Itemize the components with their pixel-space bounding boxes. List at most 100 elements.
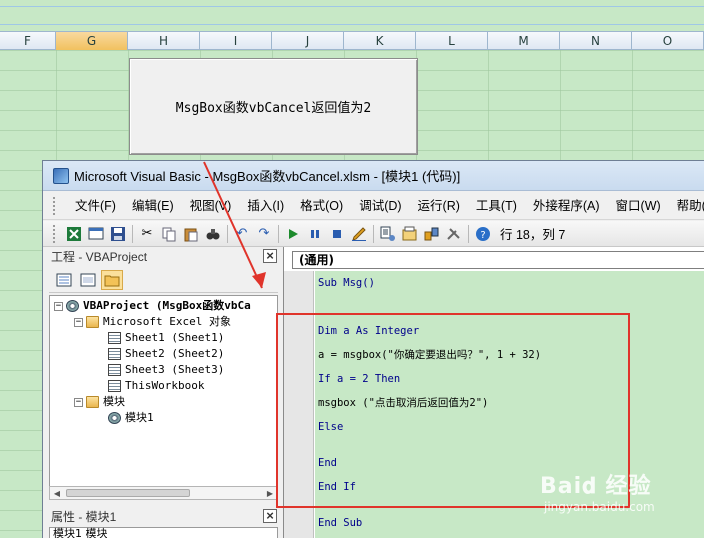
column-header-j[interactable]: J <box>272 32 344 50</box>
svg-text:?: ? <box>480 230 485 241</box>
toolbar-separator <box>468 224 469 243</box>
scroll-right-icon[interactable]: ▶ <box>263 489 277 498</box>
column-header-l[interactable]: L <box>416 32 488 50</box>
properties-caption: 属性 - 模块1 × <box>49 507 278 525</box>
tree-item-excel-objects[interactable]: − Microsoft Excel 对象 <box>74 314 231 330</box>
tree-label-modules: 模块 <box>103 395 125 408</box>
ribbon-divider <box>0 24 704 25</box>
tree-label-thisworkbook: ThisWorkbook <box>125 379 205 392</box>
collapse-icon[interactable]: − <box>74 317 83 327</box>
tree-item-modules-folder[interactable]: − 模块 <box>74 394 125 410</box>
vbaproject-icon <box>66 300 79 312</box>
toolbox-icon[interactable] <box>443 224 465 244</box>
project-tree-scrollbar[interactable]: ◀ ▶ <box>49 486 278 500</box>
code-text: Sub Msg() <box>318 277 375 289</box>
folder-icon <box>86 316 99 328</box>
collapse-icon[interactable]: − <box>74 397 83 407</box>
menu-format[interactable]: 格式(O) <box>292 195 351 217</box>
menu-insert[interactable]: 插入(I) <box>239 195 292 217</box>
properties-object-select[interactable]: 模块1 模块 <box>49 527 278 538</box>
toolbar-grip-icon[interactable] <box>53 196 55 215</box>
column-header-m[interactable]: M <box>488 32 560 50</box>
tree-label-sheet3: Sheet3 (Sheet3) <box>125 363 225 376</box>
save-icon[interactable] <box>107 224 129 244</box>
tree-item-sheet3[interactable]: Sheet3 (Sheet3) <box>108 362 224 378</box>
design-mode-icon[interactable] <box>348 224 370 244</box>
menu-file[interactable]: 文件(F) <box>67 195 124 217</box>
toolbar-separator <box>373 224 374 243</box>
run-icon[interactable] <box>282 224 304 244</box>
tree-label-project: VBAProject (MsgBox函数vbCa <box>83 299 251 312</box>
code-line[interactable]: Sub Msg() <box>318 275 375 291</box>
reset-icon[interactable] <box>326 224 348 244</box>
column-header-k[interactable]: K <box>344 32 416 50</box>
toggle-folders-icon[interactable] <box>101 269 123 290</box>
excel-view-icon[interactable] <box>63 224 85 244</box>
toolbar-grip-icon[interactable] <box>53 224 57 243</box>
worksheet-icon <box>108 348 121 360</box>
cursor-position-status: 行 18，列 7 <box>500 228 566 242</box>
watermark-url: jingyan.baidu.com <box>544 500 655 514</box>
tree-item-module1[interactable]: 模块1 <box>108 410 154 426</box>
standard-toolbar: ✂ ↶ ↷ ? 行 18，列 7 <box>43 221 704 247</box>
column-header-o[interactable]: O <box>632 32 704 50</box>
project-explorer-caption: 工程 - VBAProject × <box>49 247 278 265</box>
tree-item-sheet2[interactable]: Sheet2 (Sheet2) <box>108 346 224 362</box>
close-icon[interactable]: × <box>263 509 277 523</box>
menu-run[interactable]: 运行(R) <box>410 195 468 217</box>
code-line[interactable]: End Sub <box>318 515 362 531</box>
project-explorer-toolbar <box>49 267 278 293</box>
menu-view[interactable]: 视图(V) <box>182 195 240 217</box>
tree-item-project[interactable]: − VBAProject (MsgBox函数vbCa <box>54 298 251 314</box>
folder-icon <box>86 396 99 408</box>
column-headers: F G H I J K L M N O <box>0 31 704 50</box>
menu-edit[interactable]: 编辑(E) <box>124 195 182 217</box>
toolbar-separator <box>278 224 279 243</box>
column-header-g[interactable]: G <box>56 32 128 50</box>
object-browser-icon[interactable] <box>421 224 443 244</box>
help-icon[interactable]: ? <box>472 224 494 244</box>
tree-item-thisworkbook[interactable]: ThisWorkbook <box>108 378 204 394</box>
baidu-watermark: Bai𝐝 经验 jingyan.baidu.com <box>540 468 680 522</box>
tree-item-sheet1[interactable]: Sheet1 (Sheet1) <box>108 330 224 346</box>
vbe-title-bar[interactable]: Microsoft Visual Basic - MsgBox函数vbCance… <box>43 161 704 191</box>
object-dropdown[interactable]: (通用) <box>292 251 704 269</box>
break-icon[interactable] <box>304 224 326 244</box>
menu-debug[interactable]: 调试(D) <box>351 195 409 217</box>
tree-label-sheet1: Sheet1 (Sheet1) <box>125 331 225 344</box>
copy-icon[interactable] <box>158 224 180 244</box>
redo-icon[interactable]: ↷ <box>253 224 275 244</box>
menu-window[interactable]: 窗口(W) <box>608 195 669 217</box>
project-explorer-icon[interactable] <box>377 224 399 244</box>
column-header-h[interactable]: H <box>128 32 200 50</box>
view-object-icon[interactable] <box>77 270 99 290</box>
column-header-f[interactable]: F <box>0 32 56 50</box>
collapse-icon[interactable]: − <box>54 301 63 311</box>
ribbon-divider <box>0 6 704 7</box>
cut-icon[interactable]: ✂ <box>136 224 158 244</box>
workbook-icon <box>108 380 121 392</box>
code-text: End Sub <box>318 517 363 529</box>
menu-addins[interactable]: 外接程序(A) <box>525 195 608 217</box>
view-code-icon[interactable] <box>53 270 75 290</box>
close-icon[interactable]: × <box>263 249 277 263</box>
toolbar-separator <box>132 224 133 243</box>
paste-icon[interactable] <box>180 224 202 244</box>
vba-app-icon <box>53 167 69 184</box>
scrollbar-thumb[interactable] <box>66 489 190 497</box>
scroll-left-icon[interactable]: ◀ <box>50 489 64 498</box>
column-header-n[interactable]: N <box>560 32 632 50</box>
watermark-brand: Bai𝐝 经验 <box>540 474 652 499</box>
toolbar-separator <box>227 224 228 243</box>
undo-icon[interactable]: ↶ <box>231 224 253 244</box>
menu-help[interactable]: 帮助(H) <box>669 195 704 217</box>
properties-window-icon[interactable] <box>399 224 421 244</box>
window-title: Microsoft Visual Basic - MsgBox函数vbCance… <box>74 169 461 184</box>
msgbox-demo-button[interactable]: MsgBox函数vbCancel返回值为2 <box>129 58 418 155</box>
insert-userform-icon[interactable] <box>85 224 107 244</box>
column-header-i[interactable]: I <box>200 32 272 50</box>
worksheet-icon <box>108 364 121 376</box>
properties-title: 属性 - 模块1 <box>51 509 117 524</box>
find-icon[interactable] <box>202 224 224 244</box>
menu-tools[interactable]: 工具(T) <box>468 195 525 217</box>
